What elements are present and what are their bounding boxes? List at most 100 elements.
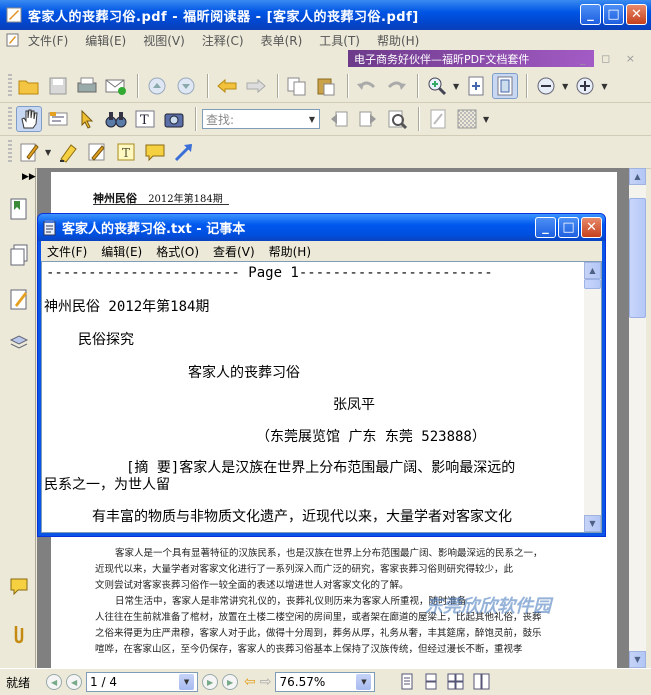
last-page-icon[interactable]: ▶ [222, 674, 239, 690]
zoom-in-magnifier-icon[interactable] [424, 73, 450, 99]
back-view-icon[interactable]: ⇦ [244, 674, 256, 690]
next-page-icon[interactable] [173, 73, 199, 99]
scroll-down-arrow-icon[interactable]: ▼ [629, 651, 646, 668]
first-page-icon[interactable]: ◀ [46, 674, 63, 690]
notepad-scroll-up-icon[interactable]: ▲ [584, 262, 601, 279]
header-rule [93, 204, 229, 205]
comment-bubble-icon[interactable] [142, 139, 168, 165]
continuous-facing-icon[interactable] [473, 673, 491, 691]
toolbar-grip[interactable] [8, 74, 12, 98]
back-arrow-icon[interactable] [214, 73, 240, 99]
scroll-up-arrow-icon[interactable]: ▲ [629, 168, 646, 185]
email-icon[interactable] [103, 73, 129, 99]
zoom-level-field[interactable]: 76.57% ▼ [275, 672, 376, 692]
save-icon[interactable] [45, 73, 71, 99]
notepad-maximize-button[interactable]: □ [558, 217, 579, 238]
facing-pages-icon[interactable] [447, 673, 465, 691]
text-tool-icon[interactable]: T [132, 106, 158, 132]
toolbar-grip[interactable] [8, 107, 12, 131]
copy-icon[interactable] [284, 73, 310, 99]
search-dropdown-icon[interactable]: ▼ [309, 115, 315, 124]
arrow-tool-icon[interactable] [171, 139, 197, 165]
layers-icon[interactable] [9, 332, 29, 354]
transparency-icon[interactable] [454, 106, 480, 132]
open-icon[interactable] [16, 73, 42, 99]
page-dropdown-icon[interactable]: ▼ [179, 674, 195, 690]
zoom-dropdown-icon[interactable]: ▼ [356, 674, 372, 690]
notepad-scroll-down-icon[interactable]: ▼ [584, 515, 601, 532]
notepad-menu-bar: 文件(F) 编辑(E) 格式(O) 查看(V) 帮助(H) [41, 241, 602, 261]
mdi-window-controls[interactable]: _ ◻ × [580, 52, 641, 65]
print-icon[interactable] [74, 73, 100, 99]
next-page-button-icon[interactable]: ▶ [202, 674, 219, 690]
find-previous-icon[interactable] [326, 106, 352, 132]
text-select-icon[interactable] [45, 106, 71, 132]
highlight-page-icon[interactable] [425, 106, 451, 132]
fit-page-icon[interactable] [492, 73, 519, 99]
pages-thumbnail-icon[interactable] [9, 244, 29, 266]
notepad-close-button[interactable]: ✕ [581, 217, 602, 238]
menu-edit[interactable]: 编辑(E) [85, 32, 126, 49]
svg-text:T: T [140, 113, 149, 128]
search-input[interactable]: 查找: ▼ [202, 109, 320, 129]
attachments-icon[interactable] [9, 622, 29, 644]
typewriter-text-icon[interactable]: T [113, 139, 139, 165]
notepad-menu-file[interactable]: 文件(F) [47, 243, 87, 260]
pencil-icon[interactable] [84, 139, 110, 165]
notepad-title: 客家人的丧葬习俗.txt - 记事本 [62, 222, 246, 237]
minimize-button[interactable]: _ [580, 4, 601, 25]
zoom-tool-dropdown-icon[interactable]: ▼ [453, 82, 459, 91]
promo-banner[interactable]: 电子商务好伙伴—福昕PDF文档套件 [348, 50, 594, 67]
notepad-menu-edit[interactable]: 编辑(E) [101, 243, 142, 260]
notepad-menu-format[interactable]: 格式(O) [156, 243, 199, 260]
notepad-text-area[interactable]: ----------------------- Page 1----------… [41, 261, 602, 533]
menu-form[interactable]: 表单(R) [261, 32, 303, 49]
notepad-menu-help[interactable]: 帮助(H) [269, 243, 311, 260]
zoom-in-dropdown-icon[interactable]: ▼ [601, 82, 607, 91]
toolbar-grip[interactable] [8, 140, 12, 164]
actual-size-icon[interactable] [463, 73, 489, 99]
close-button[interactable]: ✕ [626, 4, 647, 25]
menu-view[interactable]: 视图(V) [143, 32, 185, 49]
highlighter-icon[interactable] [55, 139, 81, 165]
annotations-panel-icon[interactable] [9, 288, 29, 310]
snapshot-icon[interactable] [161, 106, 187, 132]
notepad-scrollbar[interactable]: ▲ ▼ [584, 262, 601, 532]
bookmarks-icon[interactable] [9, 198, 29, 220]
expand-panel-icon[interactable]: ▶▶ [22, 172, 36, 182]
scrollbar-thumb[interactable] [629, 198, 646, 318]
forward-arrow-icon[interactable] [243, 73, 269, 99]
menu-file[interactable]: 文件(F) [28, 32, 68, 49]
notepad-minimize-button[interactable]: _ [535, 217, 556, 238]
hand-tool-icon[interactable] [16, 106, 42, 132]
search-magnifier-icon[interactable] [384, 106, 410, 132]
undo-icon[interactable] [354, 73, 380, 99]
zoom-in-icon[interactable] [572, 73, 598, 99]
redo-icon[interactable] [383, 73, 409, 99]
document-menu-icon[interactable] [6, 33, 20, 47]
binoculars-icon[interactable] [103, 106, 129, 132]
document-scrollbar[interactable]: ▲ ▼ [629, 168, 646, 668]
notepad-scrollbar-thumb[interactable] [584, 279, 601, 289]
zoom-out-icon[interactable] [533, 73, 559, 99]
page-number-field[interactable]: 1 / 4 ▼ [86, 672, 199, 692]
previous-page-button-icon[interactable]: ◀ [66, 674, 83, 690]
paste-icon[interactable] [313, 73, 339, 99]
find-next-icon[interactable] [355, 106, 381, 132]
maximize-button[interactable]: □ [603, 4, 624, 25]
window-controls: _ □ ✕ [580, 4, 647, 25]
note-dropdown-icon[interactable]: ▼ [45, 148, 51, 157]
continuous-page-icon[interactable] [423, 673, 439, 691]
zoom-out-dropdown-icon[interactable]: ▼ [562, 82, 568, 91]
note-pencil-icon[interactable] [16, 139, 42, 165]
menu-tools[interactable]: 工具(T) [319, 32, 360, 49]
single-page-icon[interactable] [399, 673, 415, 691]
transparency-dropdown-icon[interactable]: ▼ [483, 115, 489, 124]
previous-page-icon[interactable] [144, 73, 170, 99]
menu-comment[interactable]: 注释(C) [202, 32, 244, 49]
menu-help[interactable]: 帮助(H) [377, 32, 419, 49]
notepad-menu-view[interactable]: 查看(V) [213, 243, 255, 260]
select-arrow-icon[interactable] [74, 106, 100, 132]
forward-view-icon[interactable]: ⇨ [260, 674, 272, 690]
comments-list-icon[interactable] [9, 576, 29, 598]
